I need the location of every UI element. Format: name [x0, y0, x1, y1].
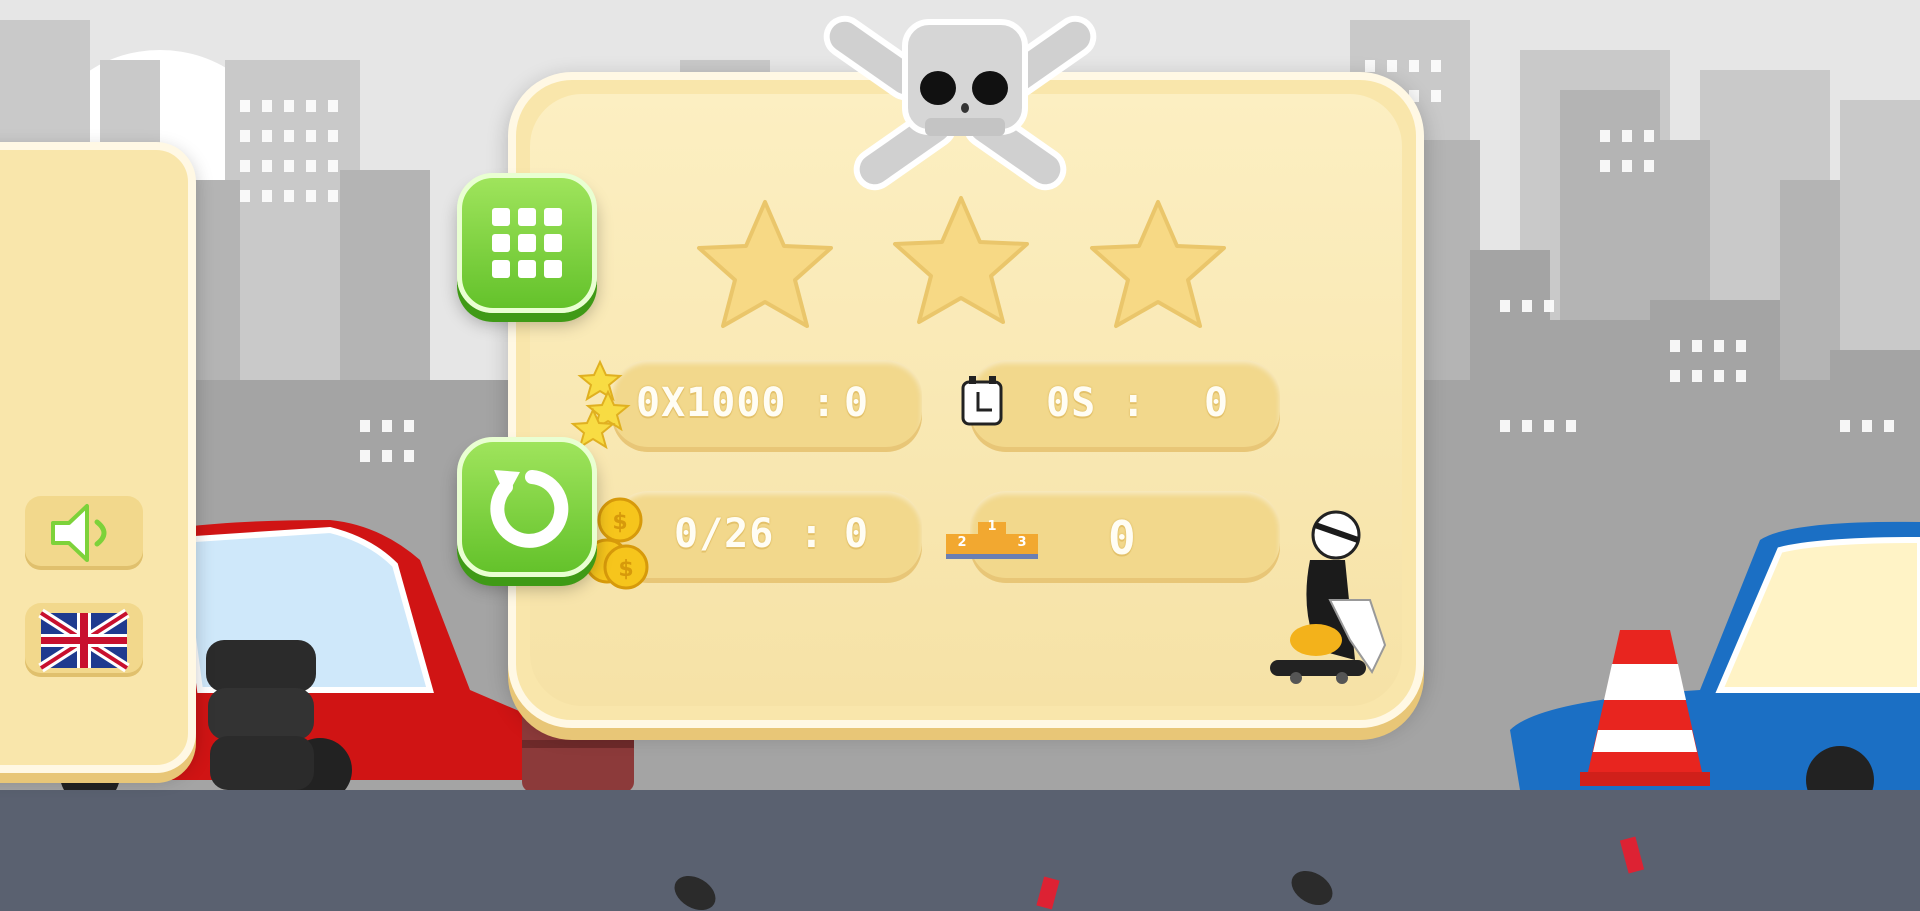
- injured-stickman: [1270, 510, 1387, 684]
